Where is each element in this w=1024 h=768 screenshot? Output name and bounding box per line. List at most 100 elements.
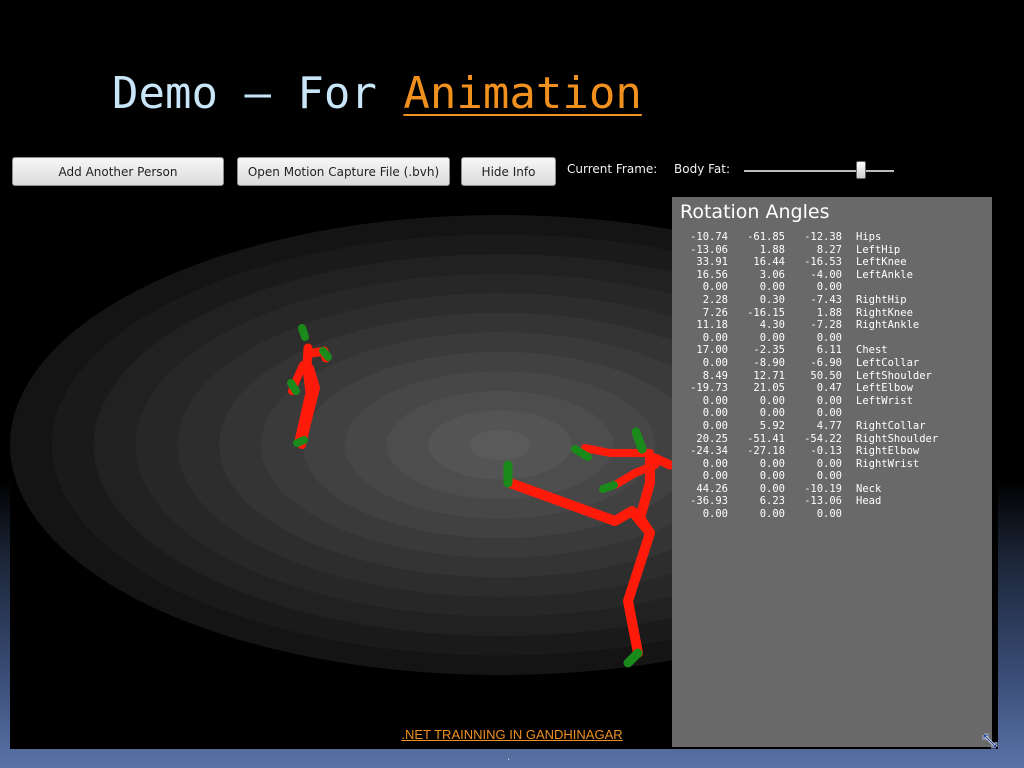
angle-value: 0.00 [759, 457, 785, 470]
joint-name: LeftHip [856, 243, 901, 256]
angle-value: -0.13 [810, 445, 842, 458]
angle-row: 0.00 0.00 0.00 [680, 281, 984, 294]
angle-row: 33.91 16.44 -16.53 LeftKnee [680, 256, 984, 269]
angle-value: -51.41 [747, 432, 785, 445]
angle-value: 12.71 [753, 369, 785, 382]
angle-row: 2.28 0.30 -7.43 RightHip [680, 294, 984, 307]
angle-row: 8.49 12.71 50.50 LeftShoulder [680, 370, 984, 383]
angle-value: -7.43 [810, 293, 842, 306]
angle-row: -19.73 21.05 0.47 LeftElbow [680, 382, 984, 395]
angle-row: -24.34 -27.18 -0.13 RightElbow [680, 445, 984, 458]
angle-row: -36.93 6.23 -13.06 Head [680, 495, 984, 508]
angle-value: 0.00 [702, 407, 728, 420]
angle-value: 0.00 [816, 470, 842, 483]
angle-value: -6.90 [810, 356, 842, 369]
angle-value: -13.06 [804, 495, 842, 508]
slider-track [744, 170, 894, 172]
angle-value: -13.06 [690, 243, 728, 256]
angle-value: -4.00 [810, 268, 842, 281]
angle-value: 16.56 [696, 268, 728, 281]
footer-dot: . [507, 752, 511, 763]
angle-value: 0.00 [702, 508, 728, 521]
angle-value: 6.11 [816, 344, 842, 357]
angle-value: 0.00 [759, 508, 785, 521]
angle-value: -10.19 [804, 482, 842, 495]
angle-value: -24.34 [690, 445, 728, 458]
angle-value: -27.18 [747, 445, 785, 458]
footer-link[interactable]: .NET TRAINNING IN GANDHINAGAR [0, 727, 1024, 742]
joint-name: LeftCollar [856, 356, 920, 369]
angle-value: 0.00 [702, 331, 728, 344]
joint-name: LeftWrist [856, 394, 913, 407]
angle-value: 50.50 [810, 369, 842, 382]
joint-name: LeftElbow [856, 382, 913, 395]
angle-row: 0.00 5.92 4.77 RightCollar [680, 420, 984, 433]
angle-value: 33.91 [696, 256, 728, 269]
angle-value: 0.00 [759, 281, 785, 294]
angle-value: 8.49 [702, 369, 728, 382]
current-frame-label: Current Frame: [567, 162, 658, 176]
angle-value: -7.28 [810, 319, 842, 332]
angle-value: -16.15 [747, 306, 785, 319]
angle-row: 0.00 0.00 0.00 LeftWrist [680, 395, 984, 408]
angle-value: -12.38 [804, 231, 842, 243]
joint-name: RightKnee [856, 306, 913, 319]
angle-value: -16.53 [804, 256, 842, 269]
angle-value: 0.00 [759, 331, 785, 344]
angle-row: 0.00 0.00 0.00 RightWrist [680, 458, 984, 471]
angle-row: 0.00 0.00 0.00 [680, 470, 984, 483]
title-accent-link[interactable]: Animation [403, 68, 641, 119]
angle-value: 16.44 [753, 256, 785, 269]
add-person-button[interactable]: Add Another Person [12, 157, 224, 186]
angle-value: 6.23 [759, 495, 785, 508]
angle-value: 21.05 [753, 382, 785, 395]
angle-row: 20.25 -51.41 -54.22 RightShoulder [680, 433, 984, 446]
angle-value: -8.90 [753, 356, 785, 369]
angle-value: 2.28 [702, 293, 728, 306]
angle-row: 11.18 4.30 -7.28 RightAnkle [680, 319, 984, 332]
open-bvh-button[interactable]: Open Motion Capture File (.bvh) [237, 157, 450, 186]
angle-value: 8.27 [816, 243, 842, 256]
joint-name: Hips [856, 231, 882, 243]
angle-value: 0.00 [816, 331, 842, 344]
joint-name: LeftAnkle [856, 268, 913, 281]
angle-value: 7.26 [702, 306, 728, 319]
body-fat-label: Body Fat: [674, 162, 731, 176]
angle-value: 0.00 [759, 482, 785, 495]
angle-value: 17.00 [696, 344, 728, 357]
slide-title: Demo – For Animation [112, 68, 642, 119]
slider-thumb[interactable] [856, 161, 866, 179]
joint-name: LeftKnee [856, 256, 907, 269]
angle-value: 0.00 [759, 394, 785, 407]
angle-value: 0.47 [816, 382, 842, 395]
angle-value: 0.00 [816, 394, 842, 407]
angle-row: 0.00 0.00 0.00 [680, 508, 984, 521]
angle-value: 0.30 [759, 293, 785, 306]
angle-value: 4.77 [816, 419, 842, 432]
angle-value: -10.74 [690, 231, 728, 243]
joint-name: RightWrist [856, 457, 920, 470]
angle-value: 0.00 [702, 470, 728, 483]
joint-name: LeftShoulder [856, 369, 932, 382]
panel-title: Rotation Angles [680, 201, 830, 223]
animation-viewport[interactable]: Add Another Person Open Motion Capture F… [10, 153, 998, 749]
angle-value: 0.00 [816, 407, 842, 420]
joint-name: Head [856, 495, 882, 508]
angle-value: 44.26 [696, 482, 728, 495]
angle-row: -13.06 1.88 8.27 LeftHip [680, 244, 984, 257]
hide-info-button[interactable]: Hide Info [461, 157, 556, 186]
angle-value: -36.93 [690, 495, 728, 508]
angles-table: -10.74 -61.85 -12.38 Hips -13.06 1.88 8.27 Left… [680, 231, 984, 521]
angle-value: 3.06 [759, 268, 785, 281]
angle-row: 0.00 -8.90 -6.90 LeftCollar [680, 357, 984, 370]
body-fat-slider[interactable] [744, 161, 894, 181]
angle-value: 0.00 [759, 470, 785, 483]
skeleton-person-2[interactable] [503, 427, 675, 668]
joint-name: RightHip [856, 293, 907, 306]
angle-value: 20.25 [696, 432, 728, 445]
joint-name: RightAnkle [856, 319, 920, 332]
title-prefix: Demo – For [112, 68, 404, 119]
angle-value: 0.00 [816, 508, 842, 521]
angle-row: 17.00 -2.35 6.11 Chest [680, 344, 984, 357]
skeleton-person-1[interactable] [287, 324, 332, 449]
